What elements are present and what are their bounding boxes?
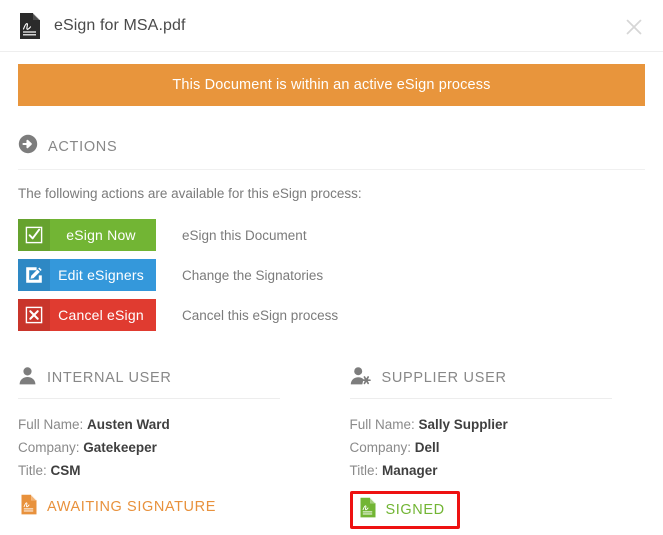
supplier-user-status-badge[interactable]: SIGNED	[349, 491, 460, 529]
user-divider	[349, 398, 612, 399]
document-awaiting-signature-icon	[20, 494, 38, 520]
active-process-banner: This Document is within an active eSign …	[18, 64, 645, 106]
x-square-icon	[18, 299, 50, 331]
section-divider	[18, 169, 645, 170]
field-label: Title:	[18, 463, 47, 478]
field-value: Manager	[382, 463, 438, 478]
supplier-user-header: SUPPLIER USER	[350, 366, 646, 398]
actions-section-title: ACTIONS	[48, 138, 118, 155]
supplier-user-column: SUPPLIER USER Full Name: Sally Supplier …	[332, 366, 663, 529]
internal-user-column: INTERNAL USER Full Name: Austen Ward Com…	[0, 366, 332, 529]
arrow-circle-right-icon	[18, 134, 38, 159]
check-square-icon	[18, 219, 50, 251]
cancel-esign-button[interactable]: Cancel eSign	[18, 299, 156, 331]
internal-user-status-label: AWAITING SIGNATURE	[47, 499, 216, 515]
internal-user-title: INTERNAL USER	[47, 370, 172, 386]
users-section: INTERNAL USER Full Name: Austen Ward Com…	[0, 366, 663, 529]
page-title: eSign for MSA.pdf	[54, 16, 186, 34]
actions-section: ACTIONS	[18, 134, 645, 170]
field-label: Title:	[349, 463, 379, 478]
esign-now-button[interactable]: eSign Now	[18, 219, 156, 251]
cancel-esign-description: Cancel this eSign process	[182, 307, 339, 323]
esign-now-description: eSign this Document	[182, 227, 307, 243]
edit-esigners-button-label: Edit eSigners	[58, 267, 144, 283]
actions-section-header: ACTIONS	[18, 134, 645, 169]
internal-user-fields: Full Name: Austen Ward Company: Gatekeep…	[18, 413, 314, 482]
action-row: eSign Now eSign this Document	[18, 219, 645, 251]
field-value: CSM	[50, 463, 81, 478]
field-value: Gatekeeper	[83, 440, 157, 455]
field-label: Company:	[18, 440, 80, 455]
actions-list: eSign Now eSign this Document Edit eSign…	[18, 219, 645, 331]
field-label: Full Name:	[18, 417, 84, 432]
field-label: Full Name:	[349, 417, 415, 432]
supplier-user-status-label: SIGNED	[385, 502, 445, 518]
field-full-name: Full Name: Sally Supplier	[350, 413, 646, 436]
action-row: Cancel eSign Cancel this eSign process	[18, 299, 645, 331]
field-full-name: Full Name: Austen Ward	[18, 413, 314, 436]
edit-pencil-square-icon	[18, 259, 50, 291]
close-icon[interactable]	[623, 16, 645, 38]
field-title: Title: CSM	[18, 459, 314, 482]
supplier-user-title: SUPPLIER USER	[381, 370, 507, 386]
signed-document-icon	[18, 12, 42, 40]
edit-esigners-description: Change the Signatories	[182, 267, 324, 283]
esign-modal: eSign for MSA.pdf This Document is withi…	[0, 0, 663, 535]
internal-user-header: INTERNAL USER	[18, 366, 314, 398]
modal-header: eSign for MSA.pdf	[0, 0, 663, 52]
actions-lead-text: The following actions are available for …	[18, 186, 362, 201]
user-icon	[18, 366, 37, 390]
internal-user-status-badge[interactable]: AWAITING SIGNATURE	[18, 491, 222, 523]
field-value: Dell	[414, 440, 440, 455]
field-value: Sally Supplier	[418, 417, 508, 432]
field-company: Company: Gatekeeper	[18, 436, 314, 459]
field-title: Title: Manager	[350, 459, 646, 482]
user-divider	[18, 398, 280, 399]
user-gear-icon	[350, 366, 372, 390]
edit-esigners-button[interactable]: Edit eSigners	[18, 259, 156, 291]
supplier-user-fields: Full Name: Sally Supplier Company: Dell …	[350, 413, 646, 482]
field-company: Company: Dell	[350, 436, 646, 459]
esign-now-button-label: eSign Now	[66, 227, 136, 243]
cancel-esign-button-label: Cancel eSign	[58, 307, 144, 323]
document-signed-icon	[359, 497, 377, 523]
field-value: Austen Ward	[87, 417, 170, 432]
field-label: Company:	[349, 440, 412, 455]
action-row: Edit eSigners Change the Signatories	[18, 259, 645, 291]
